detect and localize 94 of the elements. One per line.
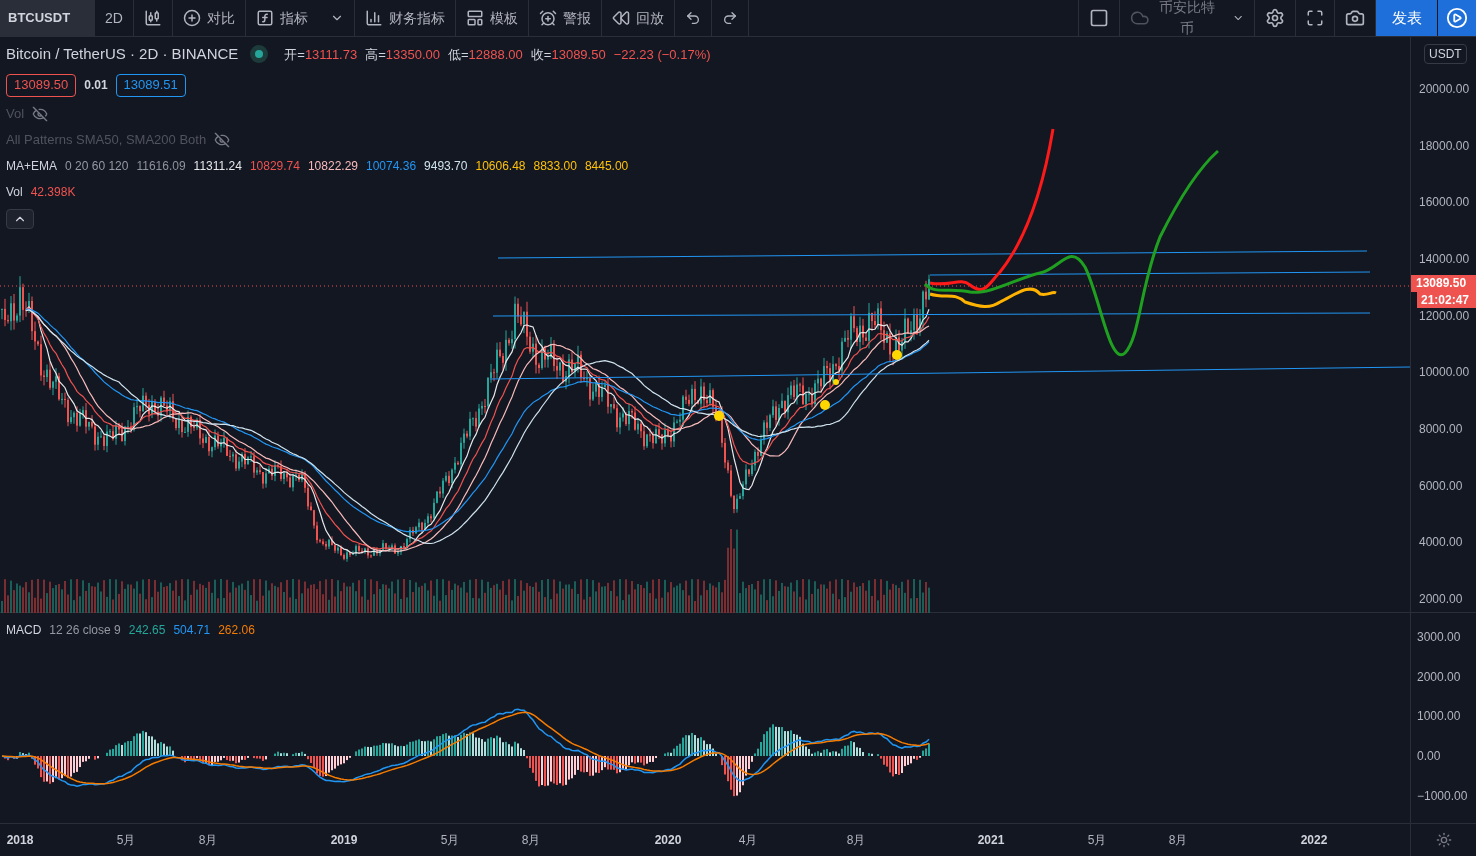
time-axis-label: 5月 <box>116 832 136 849</box>
tool-icon <box>182 9 201 27</box>
time-axis-label: 8月 <box>846 832 866 849</box>
time-axis-label: 8月 <box>198 832 218 849</box>
countdown-label: 21:02:47 <box>1417 292 1476 308</box>
toolbar-button[interactable]: 模板 <box>455 0 529 36</box>
tool-icon <box>611 9 630 27</box>
macd-tick: 2000.00 <box>1417 668 1461 686</box>
time-axis-label: 8月 <box>1168 832 1188 849</box>
symbol-search[interactable]: BTCUSDT <box>0 0 95 36</box>
tool-icon <box>364 9 383 27</box>
indicator-value: 9493.70 <box>424 157 468 175</box>
undo-icon <box>684 10 701 26</box>
macd-tick: 3000.00 <box>1417 629 1461 646</box>
trend-line[interactable] <box>489 366 1410 380</box>
eye-off-icon <box>214 131 231 148</box>
indicator-name: All Patterns SMA50, SMA200 Both <box>6 130 207 149</box>
time-axis-label: 2019 <box>330 832 358 849</box>
price-tick: 4000.00 <box>1419 534 1463 552</box>
toolbar-button[interactable]: 对比 <box>172 0 246 36</box>
trend-line[interactable] <box>492 312 1371 317</box>
play-button[interactable] <box>1438 0 1476 36</box>
indicator-value: 42.398K <box>30 183 76 201</box>
price-tick: 12000.00 <box>1419 307 1470 325</box>
toolbar-button[interactable]: 财务指标 <box>354 0 456 36</box>
settings-icon <box>1265 8 1285 28</box>
time-axis-label: 8月 <box>521 832 541 849</box>
toolbar-button[interactable]: 警报 <box>528 0 602 36</box>
indicator-name: Vol <box>6 104 25 123</box>
trend-line[interactable] <box>497 250 1368 259</box>
tool-icon <box>538 9 557 27</box>
currency-button[interactable]: USDT <box>1424 44 1467 64</box>
indicator-value: 10829.74 <box>249 157 300 175</box>
macd-tick: −1000.00 <box>1417 787 1468 805</box>
price-tick: 14000.00 <box>1419 251 1470 268</box>
sell-price-button[interactable]: 13089.50 <box>6 73 77 97</box>
time-axis-label: 2020 <box>654 832 682 849</box>
tool-icon <box>255 9 274 27</box>
indicator-value: 504.71 <box>173 622 211 639</box>
indicator-value: 10822.29 <box>307 157 358 175</box>
time-axis-label: 5月 <box>440 832 460 849</box>
spread-value: 0.01 <box>84 77 108 94</box>
time-axis-label: 2022 <box>1300 832 1328 849</box>
price-tick: 20000.00 <box>1419 81 1470 98</box>
tool-icon <box>465 9 484 27</box>
eye-off-icon <box>32 105 49 122</box>
time-axis-label: 2018 <box>6 832 34 849</box>
ohlc-value: 低=12888.00 <box>448 45 523 64</box>
price-tick: 6000.00 <box>1419 477 1463 495</box>
redo-icon <box>721 10 738 26</box>
indicator-value: 11311.24 <box>193 157 242 175</box>
publish-button[interactable]: 发表 <box>1376 0 1438 36</box>
trend-line[interactable] <box>929 271 1371 276</box>
symbol-title: Bitcoin / TetherUS · 2D · BINANCE <box>6 44 239 64</box>
macd-tick: 0.00 <box>1417 748 1441 766</box>
last-price-label: 13089.50 <box>1411 275 1476 292</box>
macd-tick: 1000.00 <box>1417 708 1461 726</box>
toolbar-button[interactable]: 指标 <box>245 0 355 36</box>
candlestick-icon <box>143 9 162 27</box>
theme-icon <box>1435 832 1452 848</box>
indicator-value: 8445.00 <box>584 157 629 175</box>
price-tick: 18000.00 <box>1419 137 1470 155</box>
indicator-value: 242.65 <box>128 622 166 639</box>
forecast-line[interactable] <box>924 149 1220 356</box>
price-tick: 2000.00 <box>1419 591 1463 608</box>
indicator-value: 262.06 <box>218 622 255 639</box>
time-axis-label: 4月 <box>738 832 758 849</box>
time-axis-label: 5月 <box>1087 832 1107 849</box>
interval-button[interactable]: 2D <box>95 0 134 36</box>
price-tick: 16000.00 <box>1419 194 1470 212</box>
indicator-name: MACD <box>6 622 42 639</box>
fullscreen-icon <box>1306 9 1324 27</box>
square-icon <box>1089 8 1109 28</box>
indicator-value: 8833.00 <box>533 157 577 175</box>
forecast-line[interactable] <box>929 128 1055 291</box>
price-tick: 8000.00 <box>1419 421 1463 438</box>
ohlc-value: 高=13350.00 <box>365 45 440 64</box>
forecast-line[interactable] <box>929 287 1057 308</box>
time-axis-label: 2021 <box>977 832 1005 849</box>
play-icon <box>1446 7 1468 29</box>
ohlc-value: 收=13089.50 <box>530 45 606 64</box>
buy-price-button[interactable]: 13089.51 <box>115 73 186 97</box>
indicator-value: 10606.48 <box>475 157 526 175</box>
ohlc-value: 开=13111.73 <box>284 45 358 64</box>
price-change: −22.23 (−0.17%) <box>613 45 711 64</box>
indicator-params: 12 26 close 9 <box>49 622 121 639</box>
price-tick: 10000.00 <box>1419 364 1470 382</box>
toolbar-button[interactable]: 回放 <box>601 0 675 36</box>
camera-icon <box>1345 8 1365 28</box>
layout-name-button[interactable]: 币安比特币 <box>1120 0 1255 36</box>
indicator-value: 11616.09 <box>136 157 186 175</box>
indicator-value: 10074.36 <box>366 157 417 175</box>
indicator-params: 0 20 60 120 <box>65 157 129 175</box>
collapse-button[interactable] <box>6 208 34 229</box>
